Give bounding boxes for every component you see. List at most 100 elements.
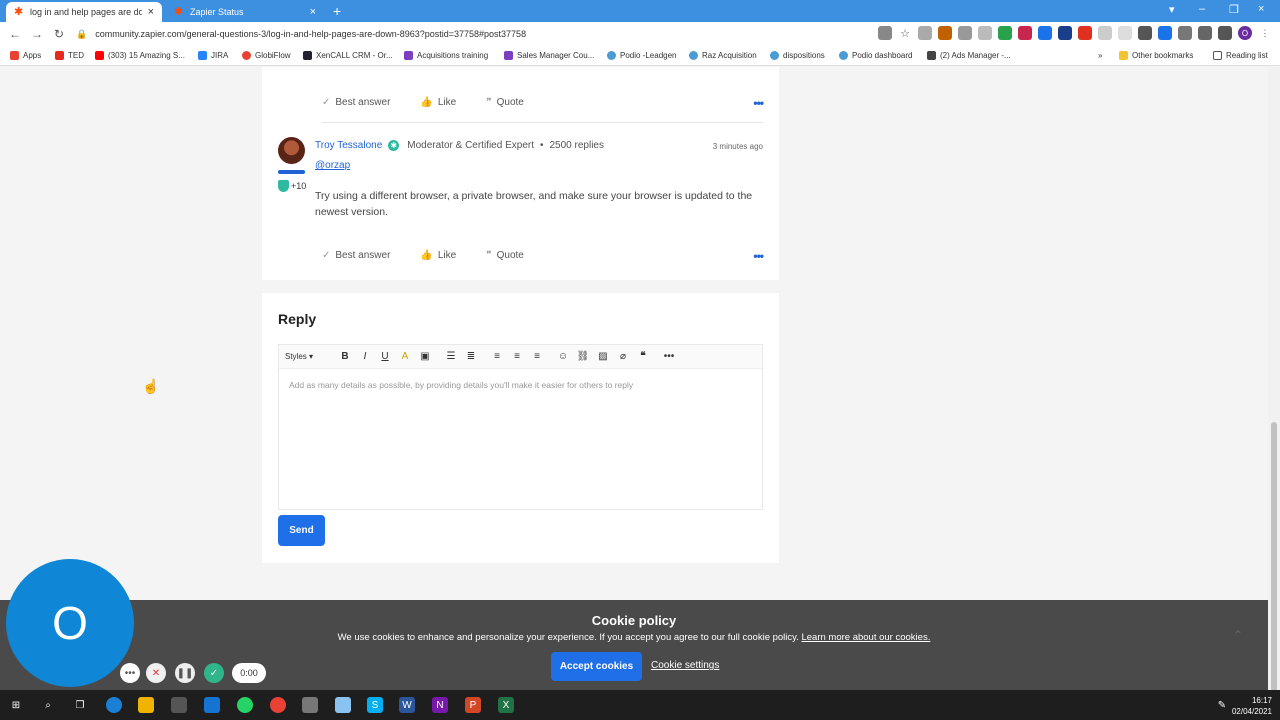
user-mention-link[interactable]: @orzap <box>315 160 350 171</box>
quote-button[interactable]: ❞ Quote <box>486 97 524 108</box>
italic-icon[interactable]: I <box>355 351 375 362</box>
extension-icon[interactable] <box>1038 26 1052 40</box>
align-right-icon[interactable]: ≡ <box>527 351 547 362</box>
blockquote-icon[interactable]: ❝ <box>633 351 653 362</box>
taskbar-search-icon[interactable]: ⌕ <box>40 697 56 713</box>
underline-icon[interactable]: U <box>375 351 395 362</box>
best-answer-button[interactable]: ✓ Best answer <box>322 97 390 108</box>
more-options-button[interactable]: ••• <box>753 96 764 110</box>
bullet-list-icon[interactable]: ☰ <box>441 351 461 362</box>
bookmark-acquisitions[interactable]: Acquisitions training <box>404 51 488 60</box>
bookmark-other[interactable]: Other bookmarks <box>1119 51 1193 60</box>
extension-icon[interactable] <box>1058 26 1072 40</box>
extension-icon[interactable] <box>1098 26 1112 40</box>
accept-cookies-button[interactable]: Accept cookies <box>551 652 642 681</box>
bookmarks-overflow-icon[interactable]: » <box>1098 51 1102 60</box>
quote-button[interactable]: ❞ Quote <box>486 250 524 261</box>
align-center-icon[interactable]: ≡ <box>507 351 527 362</box>
recorder-cancel-icon[interactable]: ✕ <box>146 663 166 683</box>
extension-icon[interactable] <box>1018 26 1032 40</box>
extension-icon[interactable] <box>1138 26 1152 40</box>
puzzle-icon[interactable] <box>1218 26 1232 40</box>
bold-icon[interactable]: B <box>335 351 355 362</box>
bookmark-ted[interactable]: TED <box>55 51 84 60</box>
camera-icon[interactable] <box>878 26 892 40</box>
extension-icon[interactable] <box>998 26 1012 40</box>
extension-icon[interactable] <box>1178 26 1192 40</box>
extension-icon[interactable] <box>1118 26 1132 40</box>
bookmark-globiflow[interactable]: GlobiFlow <box>242 51 291 60</box>
reply-editor[interactable]: Styles ▾ B I U A ▣ ☰ ≣ ≡ ≡ ≡ ☺ ⛓ ▨ ⌀ ❝ •… <box>278 344 763 510</box>
profile-avatar[interactable]: O <box>1238 26 1252 40</box>
bookmark-jira[interactable]: JIRA <box>198 51 228 60</box>
extension-icon[interactable] <box>938 26 952 40</box>
new-tab-button[interactable]: + <box>333 3 341 19</box>
skype-icon[interactable]: S <box>367 697 383 713</box>
avatar[interactable] <box>278 137 305 164</box>
image-icon[interactable]: ▨ <box>593 351 613 362</box>
star-icon[interactable]: ☆ <box>898 26 912 40</box>
excel-icon[interactable]: X <box>498 697 514 713</box>
forward-icon[interactable]: → <box>26 27 48 41</box>
edge-icon[interactable] <box>106 697 122 713</box>
reload-icon[interactable]: ↻ <box>48 27 70 41</box>
emoji-icon[interactable]: ☺ <box>553 351 573 362</box>
powerpoint-icon[interactable]: P <box>465 697 481 713</box>
page-scrollbar[interactable] <box>1268 67 1280 692</box>
app-icon[interactable] <box>335 697 351 713</box>
task-view-icon[interactable]: ❐ <box>72 697 88 713</box>
extension-icon[interactable] <box>1158 26 1172 40</box>
close-tab-icon[interactable]: × <box>310 6 316 18</box>
author-name[interactable]: Troy Tessalone <box>315 140 382 151</box>
more-options-button[interactable]: ••• <box>753 249 764 263</box>
numbered-list-icon[interactable]: ≣ <box>461 351 481 362</box>
attachment-icon[interactable]: ⌀ <box>613 351 633 362</box>
post-timestamp[interactable]: 3 minutes ago <box>713 142 763 151</box>
windows-start-icon[interactable]: ⊞ <box>8 697 24 713</box>
store-icon[interactable] <box>171 697 187 713</box>
bookmark-xencall[interactable]: XenCALL CRM - Or... <box>303 51 393 60</box>
url-input[interactable]: 🔒 community.zapier.com/general-questions… <box>76 25 900 43</box>
onenote-icon[interactable]: N <box>432 697 448 713</box>
best-answer-button[interactable]: ✓ Best answer <box>322 250 390 261</box>
badges[interactable]: +10 <box>278 180 306 192</box>
extension-icon[interactable] <box>1198 26 1212 40</box>
back-icon[interactable]: ← <box>4 27 26 41</box>
chrome-icon[interactable] <box>270 697 286 713</box>
menu-icon[interactable]: ⋮ <box>1258 26 1272 40</box>
align-left-icon[interactable]: ≡ <box>487 351 507 362</box>
pen-icon[interactable]: ✎ <box>1214 697 1230 713</box>
more-tools-icon[interactable]: ••• <box>659 351 679 362</box>
bookmark-dispositions[interactable]: dispositions <box>770 51 825 60</box>
app-icon[interactable] <box>302 697 318 713</box>
recorder-more-icon[interactable]: ••• <box>120 663 140 683</box>
bookmark-podio-dashboard[interactable]: Podio dashboard <box>839 51 913 60</box>
system-clock[interactable]: 16:17 02/04/2021 <box>1232 695 1272 717</box>
file-explorer-icon[interactable] <box>138 697 154 713</box>
like-button[interactable]: 👍 Like <box>420 97 456 108</box>
bookmark-raz[interactable]: Raz Acquisition <box>689 51 757 60</box>
scrollbar-thumb[interactable] <box>1271 422 1277 692</box>
bookmark-podio-leadgen[interactable]: Podio -Leadgen <box>607 51 677 60</box>
recorder-finish-icon[interactable]: ✓ <box>204 663 224 683</box>
bookmark-youtube[interactable]: (303) 15 Amazing S... <box>95 51 185 60</box>
close-tab-icon[interactable]: × <box>148 6 154 18</box>
extension-icon[interactable] <box>918 26 932 40</box>
reading-list[interactable]: Reading list <box>1213 51 1268 60</box>
mail-icon[interactable] <box>204 697 220 713</box>
minimize-button[interactable]: – <box>1199 3 1205 15</box>
maximize-button[interactable]: ❐ <box>1229 3 1239 16</box>
word-icon[interactable]: W <box>399 697 415 713</box>
styles-dropdown[interactable]: Styles ▾ <box>285 352 335 361</box>
tab-community[interactable]: ✱ log in and help pages are down × <box>6 2 162 22</box>
whatsapp-icon[interactable] <box>237 697 253 713</box>
extension-icon[interactable] <box>958 26 972 40</box>
send-button[interactable]: Send <box>278 515 325 546</box>
bookmark-ads-manager[interactable]: (2) Ads Manager -... <box>927 51 1011 60</box>
cookie-learn-more-link[interactable]: Learn more about our cookies. <box>801 632 930 643</box>
like-button[interactable]: 👍 Like <box>420 250 456 261</box>
link-icon[interactable]: ⛓ <box>573 351 593 362</box>
extension-icon[interactable] <box>1078 26 1092 40</box>
recorder-pause-icon[interactable]: ❚❚ <box>175 663 195 683</box>
scroll-to-top-icon[interactable]: ⌃ <box>1233 628 1243 642</box>
